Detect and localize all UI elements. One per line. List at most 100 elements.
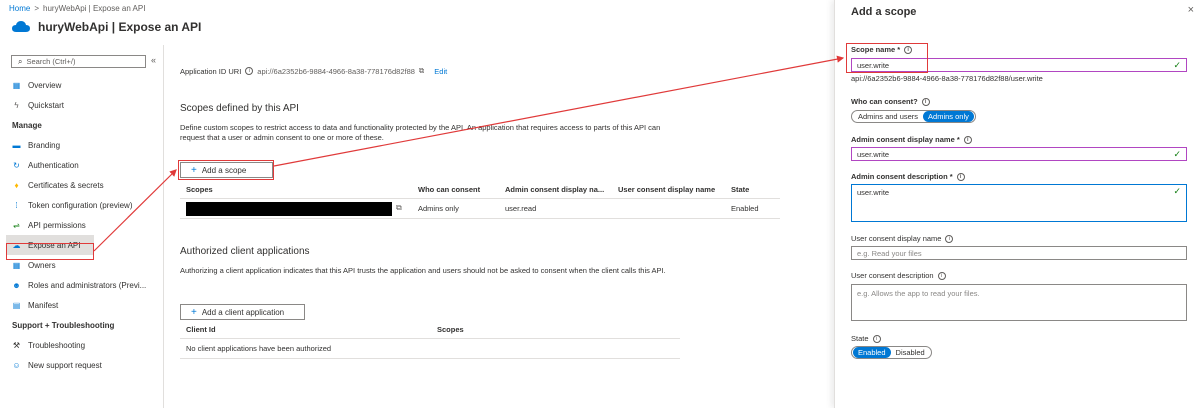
sidebar-item-roles[interactable]: ☻ Roles and administrators (Previ... bbox=[0, 275, 163, 295]
option-admins-only[interactable]: Admins only bbox=[923, 111, 974, 122]
state-label: State i bbox=[851, 334, 881, 343]
sidebar-item-label: Troubleshooting bbox=[28, 340, 86, 350]
sidebar-item-label: Branding bbox=[28, 140, 61, 150]
copy-icon[interactable]: ⧉ bbox=[419, 66, 424, 76]
sidebar-item-branding[interactable]: ▬ Branding bbox=[0, 135, 163, 155]
label-text: Admin consent display name * bbox=[851, 135, 960, 144]
sidebar-item-token-configuration[interactable]: ⁞ Token configuration (preview) bbox=[0, 195, 163, 215]
add-client-application-button[interactable]: + Add a client application bbox=[180, 304, 305, 320]
sidebar-section-support: Support + Troubleshooting bbox=[12, 320, 115, 330]
info-icon[interactable]: i bbox=[245, 67, 254, 75]
table-row[interactable]: ⧉ Admins only user.read Enabled bbox=[180, 199, 780, 219]
input-value: user.write bbox=[857, 149, 890, 159]
option-enabled[interactable]: Enabled bbox=[853, 347, 891, 358]
input-value: user.write bbox=[857, 188, 890, 197]
search-box[interactable]: ⌕ bbox=[11, 55, 146, 68]
sidebar-item-api-permissions[interactable]: ⇌ API permissions bbox=[0, 215, 163, 235]
admin-display-cell: user.read bbox=[505, 204, 537, 213]
label-text: Who can consent? bbox=[851, 97, 918, 106]
state-toggle[interactable]: Enabled Disabled bbox=[851, 346, 932, 359]
sidebar-item-troubleshooting[interactable]: ⚒ Troubleshooting bbox=[0, 335, 163, 355]
api-permissions-icon: ⇌ bbox=[13, 220, 20, 230]
plus-icon: + bbox=[191, 164, 197, 176]
checkmark-icon: ✓ bbox=[1173, 60, 1181, 70]
add-scope-panel: Add a scope × Scope name * i user.write … bbox=[834, 0, 1200, 408]
scopes-table-header: Scopes Who can consent Admin consent dis… bbox=[180, 181, 780, 199]
checkmark-icon: ✓ bbox=[1173, 149, 1181, 159]
info-icon[interactable]: i bbox=[937, 271, 946, 280]
wrench-icon: ⚒ bbox=[12, 340, 21, 350]
sidebar-item-label: Expose an API bbox=[28, 240, 81, 250]
sidebar-item-expose-an-api[interactable]: ☁ Expose an API bbox=[6, 235, 94, 255]
sidebar-item-manifest[interactable]: ▤ Manifest bbox=[0, 295, 163, 315]
info-icon[interactable]: i bbox=[945, 234, 954, 243]
roles-icon: ☻ bbox=[12, 280, 21, 290]
sidebar-item-label: New support request bbox=[28, 360, 102, 370]
sidebar-item-label: Roles and administrators (Previ... bbox=[28, 280, 147, 290]
sidebar-item-new-support-request[interactable]: ☺ New support request bbox=[0, 355, 163, 375]
who-can-consent-toggle[interactable]: Admins and users Admins only bbox=[851, 110, 976, 123]
state-cell: Enabled bbox=[731, 204, 759, 213]
table-row: No client applications have been authori… bbox=[180, 339, 680, 359]
collapse-sidebar-button[interactable]: « bbox=[151, 55, 156, 65]
scope-uri-hint: api://6a2352b6-9884-4966-8a38-778176d82f… bbox=[851, 74, 1043, 83]
sidebar-item-label: Certificates & secrets bbox=[28, 180, 104, 190]
close-icon[interactable]: × bbox=[1188, 4, 1194, 16]
branding-icon: ▬ bbox=[12, 140, 21, 150]
panel-title: Add a scope bbox=[851, 6, 917, 18]
breadcrumb-home-link[interactable]: Home bbox=[9, 4, 30, 13]
label-text: Admin consent description * bbox=[851, 172, 953, 181]
scope-name-input[interactable]: user.write ✓ bbox=[851, 58, 1187, 72]
input-placeholder: e.g. Allows the app to read your files. bbox=[857, 289, 980, 298]
sidebar-item-label: Authentication bbox=[28, 160, 79, 170]
plus-icon: + bbox=[191, 306, 197, 318]
clients-section-description: Authorizing a client application indicat… bbox=[180, 266, 666, 275]
search-input[interactable] bbox=[26, 57, 137, 66]
info-icon[interactable]: i bbox=[921, 97, 930, 106]
input-placeholder: e.g. Read your files bbox=[857, 248, 922, 258]
scope-name-label: Scope name * i bbox=[851, 45, 913, 54]
sidebar-item-authentication[interactable]: ↻ Authentication bbox=[0, 155, 163, 175]
page-header: huryWebApi | Expose an API bbox=[12, 20, 201, 34]
application-id-row: Application ID URI i api://6a2352b6-9884… bbox=[180, 66, 447, 76]
info-icon[interactable]: i bbox=[963, 135, 972, 144]
add-scope-button[interactable]: + Add a scope bbox=[180, 162, 273, 178]
add-scope-label: Add a scope bbox=[201, 165, 247, 175]
column-header: Client Id bbox=[186, 325, 216, 334]
sidebar-item-label: Token configuration (preview) bbox=[28, 200, 133, 210]
sidebar-item-overview[interactable]: ▦ Overview bbox=[0, 75, 163, 95]
column-header: Scopes bbox=[186, 185, 213, 194]
option-disabled[interactable]: Disabled bbox=[891, 347, 930, 358]
column-header: Who can consent bbox=[418, 185, 481, 194]
admin-description-textarea[interactable]: user.write ✓ bbox=[851, 184, 1187, 222]
sidebar-item-label: API permissions bbox=[28, 220, 86, 230]
input-value: user.write bbox=[857, 60, 890, 70]
sidebar-item-quickstart[interactable]: ϟ Quickstart bbox=[0, 95, 163, 115]
sidebar-item-owners[interactable]: ▦ Owners bbox=[0, 255, 163, 275]
breadcrumb-current[interactable]: huryWebApi | Expose an API bbox=[43, 4, 145, 13]
edit-link[interactable]: Edit bbox=[434, 67, 447, 76]
main-content: Application ID URI i api://6a2352b6-9884… bbox=[180, 45, 830, 408]
quickstart-icon: ϟ bbox=[14, 100, 19, 110]
user-display-name-label: User consent display name i bbox=[851, 234, 954, 243]
admin-display-name-label: Admin consent display name * i bbox=[851, 135, 972, 144]
info-icon[interactable]: i bbox=[956, 172, 965, 181]
copy-icon[interactable]: ⧉ bbox=[396, 203, 402, 213]
info-icon[interactable]: i bbox=[904, 45, 913, 54]
sidebar: ⌕ « ▦ Overview ϟ Quickstart Manage ▬ Bra… bbox=[0, 45, 164, 408]
user-description-textarea[interactable]: e.g. Allows the app to read your files. bbox=[851, 284, 1187, 321]
breadcrumb: Home > huryWebApi | Expose an API bbox=[9, 4, 145, 13]
scopes-table: Scopes Who can consent Admin consent dis… bbox=[180, 181, 780, 219]
user-display-name-input[interactable]: e.g. Read your files bbox=[851, 246, 1187, 260]
column-header: Admin consent display na... bbox=[505, 185, 605, 194]
option-admins-and-users[interactable]: Admins and users bbox=[853, 111, 923, 122]
info-icon[interactable]: i bbox=[872, 334, 881, 343]
sidebar-item-certificates[interactable]: ♦ Certificates & secrets bbox=[0, 175, 163, 195]
overview-icon: ▦ bbox=[12, 80, 21, 90]
owners-icon: ▦ bbox=[12, 260, 21, 270]
scopes-section-description: Define custom scopes to restrict access … bbox=[180, 123, 661, 142]
admin-display-name-input[interactable]: user.write ✓ bbox=[851, 147, 1187, 161]
sidebar-item-label: Owners bbox=[28, 260, 56, 270]
user-description-label: User consent description i bbox=[851, 271, 946, 280]
cloud-icon: ☁ bbox=[12, 240, 21, 250]
